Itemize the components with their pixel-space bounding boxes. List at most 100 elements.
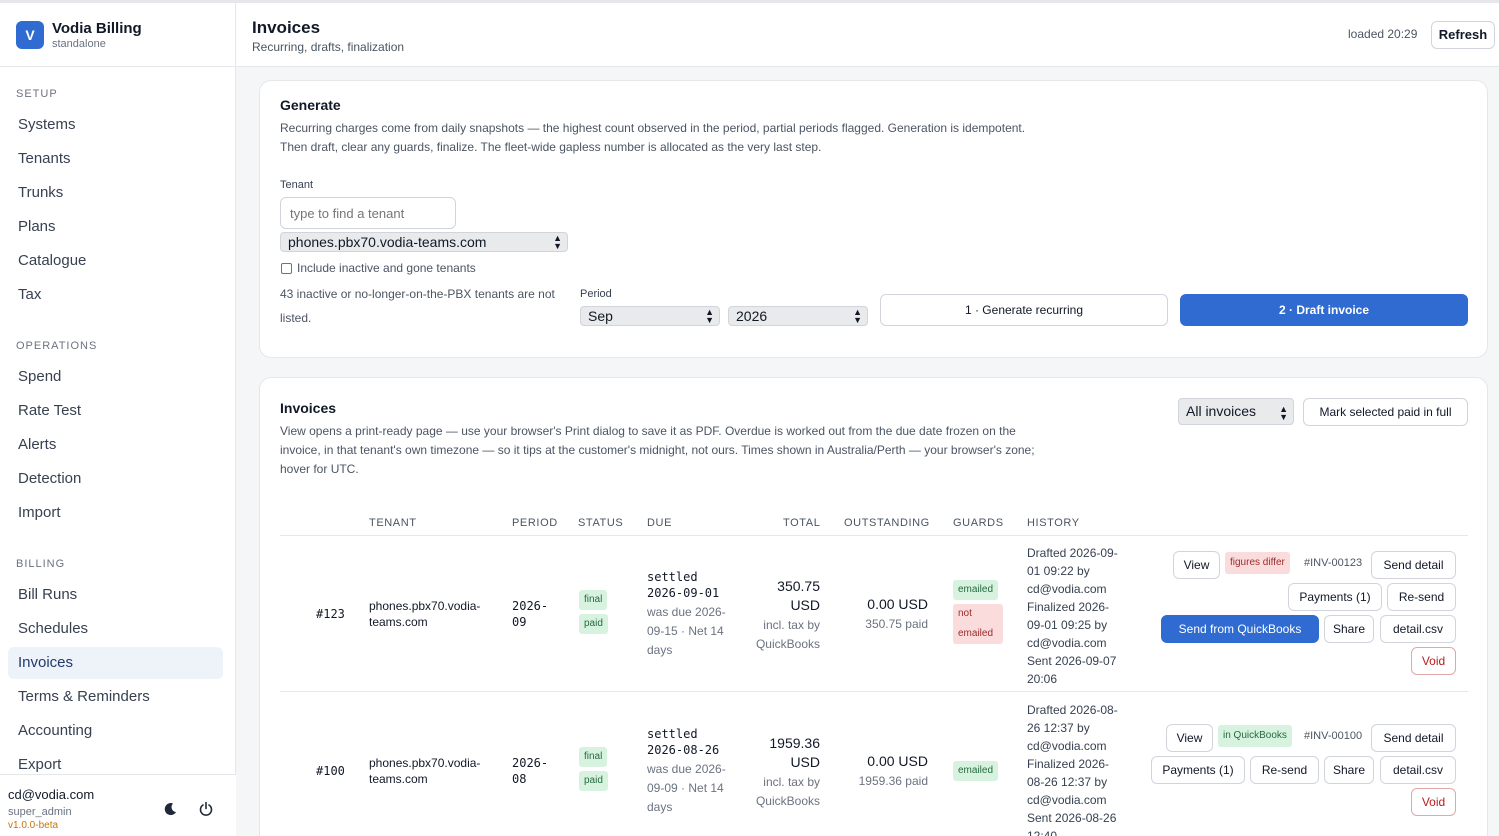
tenant-label: Tenant	[280, 179, 314, 191]
sidebar-item-bill-runs[interactable]: Bill Runs	[8, 579, 223, 611]
send-from-quickbooks-button[interactable]: Send from QuickBooks	[1161, 615, 1319, 643]
send-detail-button[interactable]: Send detail	[1371, 551, 1456, 579]
sidebar-item-accounting[interactable]: Accounting	[8, 715, 223, 747]
app-name: Vodia Billing	[52, 20, 142, 37]
month-select[interactable]: Sep ▲ ▼	[580, 306, 720, 326]
col-due[interactable]: DUE	[647, 517, 672, 529]
app-logo: V	[16, 21, 44, 49]
status-badge-paid: paid	[579, 614, 608, 634]
sidebar-item-trunks[interactable]: Trunks	[8, 177, 223, 209]
void-button[interactable]: Void	[1411, 647, 1456, 675]
qb-status-tag: in QuickBooks	[1218, 725, 1292, 747]
tenant-select[interactable]: phones.pbx70.vodia-teams.com ▲ ▼	[280, 232, 568, 252]
tenant-select-value: phones.pbx70.vodia-teams.com	[288, 234, 487, 250]
updown-icon: ▲ ▼	[705, 307, 714, 325]
updown-icon: ▲ ▼	[1279, 404, 1288, 422]
sidebar-item-terms-reminders[interactable]: Terms & Reminders	[8, 681, 223, 713]
sidebar-item-import[interactable]: Import	[8, 497, 223, 529]
app-mode: standalone	[52, 38, 106, 50]
col-total[interactable]: TOTAL	[783, 517, 820, 529]
include-inactive-checkbox[interactable]	[281, 263, 292, 274]
qb-status-tag: figures differ	[1225, 552, 1290, 574]
send-detail-button[interactable]: Send detail	[1371, 724, 1456, 752]
sidebar-item-systems[interactable]: Systems	[8, 109, 223, 141]
sidebar-item-rate-test[interactable]: Rate Test	[8, 395, 223, 427]
col-period[interactable]: PERIOD	[512, 517, 558, 529]
sidebar-item-catalogue[interactable]: Catalogue	[8, 245, 223, 277]
row-period: 2026-09	[512, 599, 549, 629]
user-email: cd@vodia.com	[8, 787, 95, 802]
row-divider	[280, 691, 1468, 692]
sidebar-item-spend[interactable]: Spend	[8, 361, 223, 393]
detail-csv-button[interactable]: detail.csv	[1380, 756, 1456, 784]
payments-button[interactable]: Payments (1)	[1288, 583, 1382, 611]
invoices-help: View opens a print-ready page — use your…	[280, 424, 1035, 476]
col-status[interactable]: STATUS	[578, 517, 623, 529]
row-tenant: phones.pbx70.vodia-teams.com	[369, 599, 481, 629]
sidebar-item-detection[interactable]: Detection	[8, 463, 223, 495]
sidebar-item-alerts[interactable]: Alerts	[8, 429, 223, 461]
mark-selected-paid-button[interactable]: Mark selected paid in full	[1303, 398, 1468, 426]
row-period: 2026-08	[512, 756, 549, 786]
due-status: settled	[647, 570, 698, 584]
user-block: cd@vodia.com super_admin v1.0.0-beta	[0, 774, 236, 836]
status-badge-final: final	[579, 747, 608, 767]
resend-button[interactable]: Re-send	[1387, 583, 1456, 611]
row-history: Drafted 2026-09-01 09:22 by cd@vodia.com…	[1027, 546, 1118, 686]
guard-badge-emailed: emailed	[953, 580, 999, 600]
sidebar-item-plans[interactable]: Plans	[8, 211, 223, 243]
status-badge-final: final	[579, 590, 608, 610]
invoice-number: #INV-00100	[1304, 730, 1363, 742]
year-select[interactable]: 2026 ▲ ▼	[728, 306, 868, 326]
outstanding-note: 350.75 paid	[865, 617, 928, 631]
row-tenant: phones.pbx70.vodia-teams.com	[369, 756, 481, 786]
updown-icon: ▲ ▼	[853, 307, 862, 325]
row-total: 350.75 USD	[777, 578, 820, 613]
sidebar-item-schedules[interactable]: Schedules	[8, 613, 223, 645]
tenant-search-input[interactable]	[280, 197, 456, 229]
payments-button[interactable]: Payments (1)	[1151, 756, 1245, 784]
sidebar-item-tenants[interactable]: Tenants	[8, 143, 223, 175]
view-button[interactable]: View	[1166, 724, 1213, 752]
table-header-divider	[280, 535, 1468, 536]
row-outstanding: 0.00 USD	[867, 596, 928, 612]
status-badge-paid: paid	[579, 771, 608, 791]
due-date: 2026-09-01	[647, 586, 720, 600]
sidebar-item-tax[interactable]: Tax	[8, 279, 223, 311]
year-select-value: 2026	[736, 308, 768, 324]
col-tenant[interactable]: TENANT	[369, 517, 417, 529]
invoice-number: #INV-00123	[1304, 557, 1363, 569]
inactive-note: 43 inactive or no-longer-on-the-PBX tena…	[280, 287, 555, 325]
total-note: incl. tax by QuickBooks	[755, 618, 820, 651]
moon-icon[interactable]	[162, 801, 178, 817]
due-status: settled	[647, 727, 698, 741]
sidebar-item-invoices[interactable]: Invoices	[8, 647, 223, 679]
col-guards[interactable]: GUARDS	[953, 517, 1004, 529]
row-history: Drafted 2026-08-26 12:37 by cd@vodia.com…	[1027, 703, 1118, 836]
invoice-filter-select[interactable]: All invoices ▲ ▼	[1178, 398, 1294, 425]
resend-button[interactable]: Re-send	[1250, 756, 1319, 784]
view-button[interactable]: View	[1173, 551, 1220, 579]
page-subtitle: Recurring, drafts, finalization	[252, 40, 405, 54]
share-button[interactable]: Share	[1324, 615, 1374, 643]
invoice-id[interactable]: #123	[316, 606, 345, 622]
invoice-id[interactable]: #100	[316, 763, 345, 779]
share-button[interactable]: Share	[1324, 756, 1374, 784]
include-inactive-label: Include inactive and gone tenants	[297, 261, 476, 275]
generate-recurring-button[interactable]: 1 · Generate recurring	[880, 294, 1168, 326]
refresh-button[interactable]: Refresh	[1431, 21, 1495, 49]
generate-help: Recurring charges come from daily snapsh…	[280, 121, 1026, 154]
guard-badge-not-emailed: not emailed	[953, 604, 1003, 644]
detail-csv-button[interactable]: detail.csv	[1380, 615, 1456, 643]
period-label: Period	[580, 288, 612, 300]
col-outstanding[interactable]: OUTSTANDING	[844, 517, 930, 529]
power-icon[interactable]	[198, 801, 214, 817]
void-button[interactable]: Void	[1411, 788, 1456, 816]
guard-badge-emailed: emailed	[953, 761, 999, 781]
brand: V Vodia Billing standalone	[0, 3, 235, 67]
draft-invoice-button[interactable]: 2 · Draft invoice	[1180, 294, 1468, 326]
nav-section-setup: SETUP	[16, 88, 58, 100]
due-note: was due 2026-09-09 · Net 14 days	[647, 762, 726, 814]
col-history[interactable]: HISTORY	[1027, 517, 1080, 529]
invoices-title: Invoices	[280, 400, 337, 416]
